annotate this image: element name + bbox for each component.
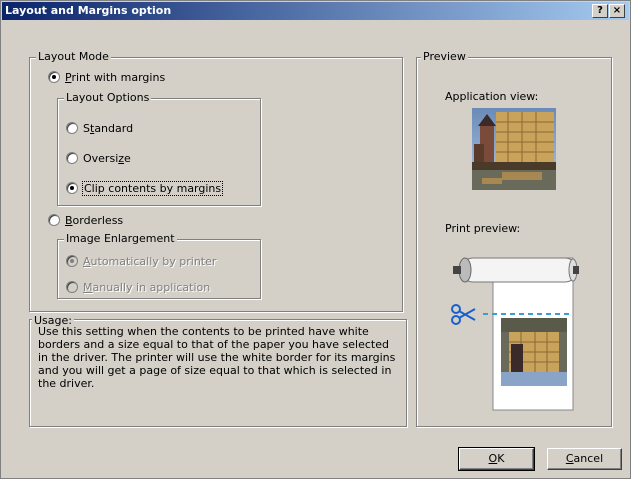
radio-indicator[interactable] bbox=[48, 71, 60, 83]
oversize-label: Oversize bbox=[83, 151, 131, 165]
application-view-label: Application view: bbox=[445, 90, 539, 103]
print-with-margins-radio[interactable]: Print with margins bbox=[48, 70, 165, 84]
standard-label: Standard bbox=[83, 121, 134, 135]
print-preview-label: Print preview: bbox=[445, 222, 521, 235]
borderless-label: Borderless bbox=[65, 213, 124, 227]
usage-group: Usage: Use this setting when the content… bbox=[29, 314, 407, 427]
image-enlargement-legend: Image Enlargement bbox=[64, 232, 177, 245]
application-view-image bbox=[472, 108, 556, 190]
layout-options-group: Layout Options Standard Oversize Clip co… bbox=[57, 91, 261, 206]
manually-radio[interactable]: Manually in application bbox=[66, 280, 210, 294]
preview-legend: Preview bbox=[421, 50, 468, 63]
preview-group: Preview Application view: Print preview: bbox=[416, 50, 612, 427]
title-bar[interactable]: Layout and Margins option ? × bbox=[2, 2, 629, 20]
ok-button[interactable]: OK bbox=[458, 447, 535, 471]
layout-mode-group: Layout Mode Print with margins Layout Op… bbox=[29, 50, 403, 312]
help-icon[interactable]: ? bbox=[592, 4, 608, 18]
radio-indicator[interactable] bbox=[66, 152, 78, 164]
layout-options-legend: Layout Options bbox=[64, 91, 152, 104]
layout-mode-legend: Layout Mode bbox=[36, 50, 111, 63]
close-icon[interactable]: × bbox=[609, 4, 625, 18]
cancel-button[interactable]: Cancel bbox=[547, 448, 622, 470]
automatically-label: Automatically by printer bbox=[83, 254, 217, 268]
print-preview-photo bbox=[501, 318, 567, 386]
clip-contents-label: Clip contents by margins bbox=[81, 180, 224, 196]
clip-contents-radio[interactable]: Clip contents by margins bbox=[66, 180, 224, 196]
borderless-radio[interactable]: Borderless bbox=[48, 213, 123, 227]
dialog-title: Layout and Margins option bbox=[5, 4, 172, 17]
print-preview-image bbox=[451, 257, 579, 411]
scissors-icon bbox=[451, 304, 476, 325]
radio-indicator[interactable] bbox=[66, 122, 78, 134]
radio-indicator[interactable] bbox=[66, 255, 78, 267]
standard-radio[interactable]: Standard bbox=[66, 121, 133, 135]
radio-indicator[interactable] bbox=[66, 182, 78, 194]
radio-indicator[interactable] bbox=[48, 214, 60, 226]
manually-label: Manually in application bbox=[83, 280, 211, 294]
radio-indicator[interactable] bbox=[66, 281, 78, 293]
usage-text: Use this setting when the contents to be… bbox=[38, 325, 396, 390]
automatically-radio[interactable]: Automatically by printer bbox=[66, 254, 216, 268]
print-with-margins-label: Print with margins bbox=[65, 70, 166, 84]
oversize-radio[interactable]: Oversize bbox=[66, 151, 131, 165]
image-enlargement-group: Image Enlargement Automatically by print… bbox=[57, 232, 261, 299]
dialog-window: Layout and Margins option ? × Layout Mod… bbox=[0, 0, 631, 479]
